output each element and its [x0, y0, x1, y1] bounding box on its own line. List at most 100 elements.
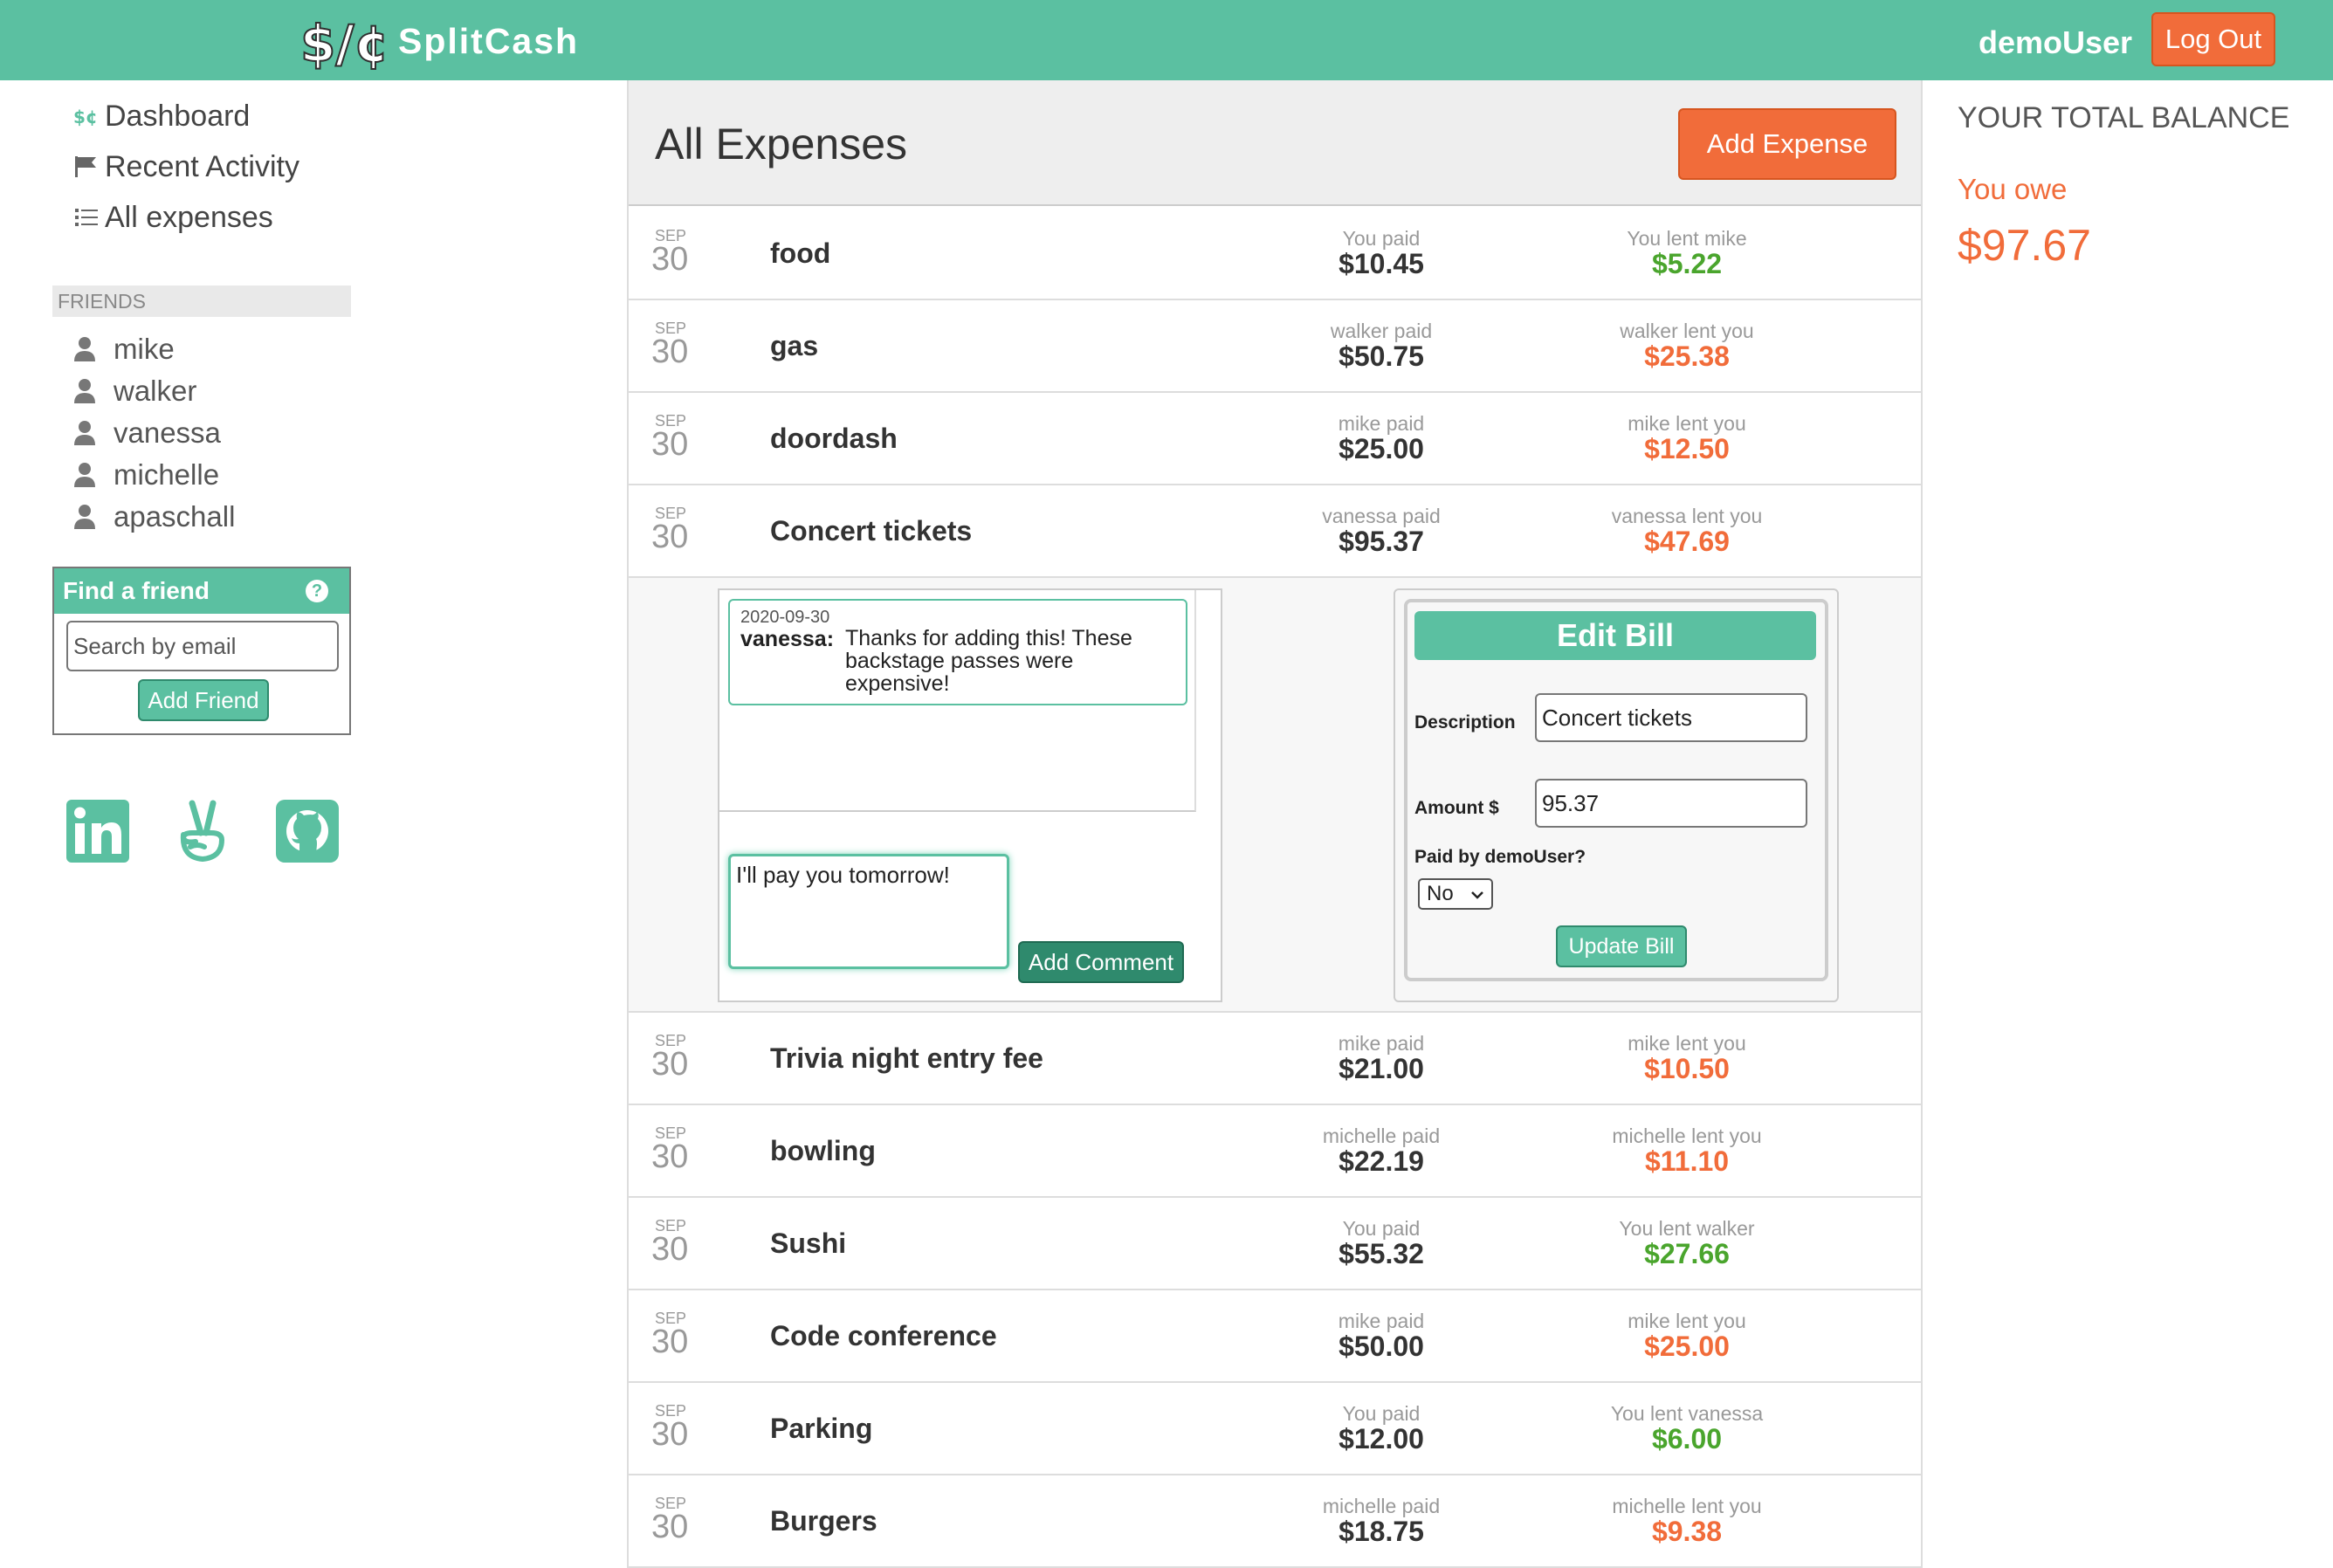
- friend-item[interactable]: vanessa: [73, 414, 221, 452]
- paid-amount: $95.37: [1339, 526, 1424, 557]
- expense-description: Concert tickets: [770, 515, 973, 547]
- person-icon: [74, 463, 95, 487]
- payer-label: You paid: [1342, 227, 1421, 250]
- description-input[interactable]: [1535, 693, 1807, 742]
- lent-amount: $25.00: [1644, 1331, 1730, 1362]
- amount-label: Amount $: [1414, 798, 1499, 818]
- expense-row[interactable]: SEP 30 Trivia night entry fee mike paid …: [629, 1013, 1921, 1105]
- expense-description: Burgers: [770, 1505, 877, 1537]
- paid-amount: $50.75: [1339, 340, 1424, 372]
- lent-label: You lent mike: [1627, 227, 1747, 250]
- nav-all-expenses-label: All expenses: [105, 200, 273, 234]
- comment-date: 2020-09-30: [740, 608, 830, 627]
- paid-by-select[interactable]: No: [1418, 878, 1493, 910]
- brand-name[interactable]: SplitCash: [398, 21, 579, 62]
- expense-row[interactable]: SEP 30 Sushi You paid $55.32 You lent wa…: [629, 1198, 1921, 1290]
- comment-card: 2020-09-30 vanessa: Thanks for adding th…: [728, 599, 1187, 705]
- nav-recent-activity[interactable]: Recent Activity: [73, 145, 299, 189]
- friend-name: mike: [114, 333, 175, 365]
- edit-bill-title: Edit Bill: [1414, 611, 1816, 660]
- linkedin-icon[interactable]: [66, 800, 129, 863]
- expense-row[interactable]: SEP 30 bowling michelle paid $22.19 mich…: [629, 1105, 1921, 1198]
- add-comment-button[interactable]: Add Comment: [1018, 941, 1184, 983]
- flag-icon: [75, 156, 96, 177]
- expense-day: 30: [651, 1138, 689, 1175]
- payer-label: You paid: [1342, 1217, 1421, 1240]
- lent-amount: $47.69: [1644, 526, 1730, 557]
- lent-label: mike lent you: [1628, 1310, 1746, 1332]
- payer-label: vanessa paid: [1322, 505, 1441, 527]
- expense-description: Code conference: [770, 1320, 997, 1351]
- amount-input[interactable]: [1535, 779, 1807, 828]
- friend-email-search-input[interactable]: [66, 621, 339, 671]
- nav-dashboard[interactable]: $¢ Dashboard: [73, 94, 250, 138]
- expense-day: 30: [651, 1046, 689, 1083]
- add-expense-button[interactable]: Add Expense: [1678, 108, 1896, 180]
- expense-row[interactable]: SEP 30 gas walker paid $50.75 walker len…: [629, 300, 1921, 393]
- description-label: Description: [1414, 712, 1516, 732]
- github-icon[interactable]: [276, 800, 339, 863]
- paid-amount: $18.75: [1339, 1516, 1424, 1547]
- payer-label: mike paid: [1338, 1310, 1425, 1332]
- page-title: All Expenses: [655, 120, 908, 168]
- top-bar: $/¢ SplitCash demoUser Log Out: [0, 0, 2333, 80]
- expense-day: 30: [651, 1416, 689, 1453]
- expense-row[interactable]: SEP 30 Burgers michelle paid $18.75 mich…: [629, 1475, 1921, 1568]
- lent-amount: $27.66: [1644, 1238, 1730, 1269]
- comment-text: Thanks for adding this! These backstage …: [845, 626, 1132, 696]
- comments-panel: 2020-09-30 vanessa: Thanks for adding th…: [718, 588, 1222, 1002]
- friends-header: FRIENDS: [52, 285, 351, 317]
- nav-all-expenses[interactable]: All expenses: [73, 196, 273, 239]
- expense-row[interactable]: SEP 30 food You paid $10.45 You lent mik…: [629, 208, 1921, 300]
- comment-list[interactable]: 2020-09-30 vanessa: Thanks for adding th…: [719, 590, 1196, 812]
- find-friend-header: Find a friend ?: [54, 568, 349, 614]
- update-bill-button[interactable]: Update Bill: [1556, 925, 1687, 967]
- payer-label: mike paid: [1338, 412, 1425, 435]
- friend-item[interactable]: walker: [73, 372, 196, 410]
- expense-description: bowling: [770, 1135, 876, 1166]
- friend-name: vanessa: [114, 416, 221, 449]
- paid-amount: $50.00: [1339, 1331, 1424, 1362]
- expense-row[interactable]: SEP 30 doordash mike paid $25.00 mike le…: [629, 393, 1921, 485]
- friend-item[interactable]: michelle: [73, 456, 219, 494]
- lent-amount: $25.38: [1644, 340, 1730, 372]
- expense-day: 30: [651, 519, 689, 555]
- paid-amount: $10.45: [1339, 248, 1424, 279]
- find-friend-panel: Find a friend ? Add Friend: [52, 567, 351, 735]
- paid-by-label: Paid by demoUser?: [1414, 847, 1586, 867]
- expense-description: Trivia night entry fee: [770, 1042, 1043, 1074]
- angellist-icon[interactable]: [171, 800, 234, 863]
- friend-item[interactable]: mike: [73, 330, 175, 368]
- expense-description: Parking: [770, 1413, 873, 1444]
- expense-row[interactable]: SEP 30 Parking You paid $12.00 You lent …: [629, 1383, 1921, 1475]
- lent-label: walker lent you: [1620, 320, 1754, 342]
- list-icon: [75, 209, 98, 226]
- expense-row[interactable]: SEP 30 Code conference mike paid $50.00 …: [629, 1290, 1921, 1383]
- lent-amount: $11.10: [1644, 1145, 1730, 1177]
- payer-label: walker paid: [1330, 320, 1433, 342]
- expense-day: 30: [651, 241, 689, 278]
- help-icon[interactable]: ?: [306, 580, 328, 602]
- person-icon: [74, 505, 95, 529]
- expense-day: 30: [651, 1231, 689, 1268]
- expense-day: 30: [651, 334, 689, 370]
- expense-description: gas: [770, 330, 819, 361]
- logout-button[interactable]: Log Out: [2151, 12, 2275, 66]
- lent-label: You lent walker: [1619, 1217, 1755, 1240]
- expense-row-expanded[interactable]: SEP 30 Concert tickets vanessa paid $95.…: [629, 485, 1921, 578]
- friend-item[interactable]: apaschall: [73, 498, 235, 536]
- person-icon: [74, 337, 95, 361]
- splitcash-logo-icon[interactable]: $/¢: [299, 10, 388, 72]
- person-icon: [74, 379, 95, 403]
- lent-amount: $6.00: [1651, 1423, 1723, 1455]
- add-friend-button[interactable]: Add Friend: [138, 679, 269, 721]
- comment-input[interactable]: [728, 854, 1009, 969]
- paid-by-selected-value: No: [1427, 882, 1454, 905]
- lent-amount: $9.38: [1651, 1516, 1723, 1547]
- lent-label: mike lent you: [1628, 1032, 1746, 1055]
- expense-day: 30: [651, 426, 689, 463]
- find-friend-title: Find a friend: [63, 577, 210, 604]
- expense-description: food: [770, 237, 831, 269]
- nav-recent-activity-label: Recent Activity: [105, 149, 299, 183]
- expenses-main-panel: All Expenses Add Expense SEP 30 food You…: [627, 80, 1923, 1568]
